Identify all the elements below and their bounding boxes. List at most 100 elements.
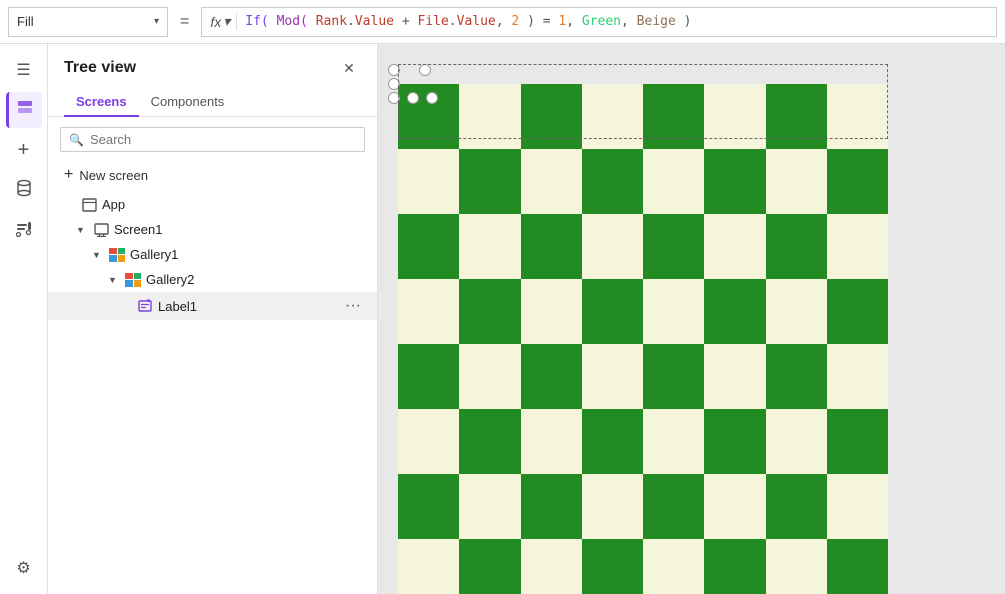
gallery1-label: Gallery1 <box>130 247 361 262</box>
plus-icon: + <box>18 139 30 162</box>
close-button[interactable]: ✕ <box>337 56 361 80</box>
app-icon <box>80 198 98 212</box>
checkerboard-cell <box>766 474 827 539</box>
checkerboard-cell <box>459 149 520 214</box>
checkerboard-cell <box>704 474 765 539</box>
checkerboard-cell <box>766 344 827 409</box>
checkerboard-cell <box>398 214 459 279</box>
checkerboard-cell <box>827 214 888 279</box>
gallery2-label: Gallery2 <box>146 272 361 287</box>
settings-icon: ⚙ <box>16 558 30 578</box>
checkerboard-cell <box>704 214 765 279</box>
checkerboard-cell <box>827 279 888 344</box>
data-button[interactable] <box>6 172 42 208</box>
handle-br <box>426 92 438 104</box>
handle-tm <box>419 64 431 76</box>
icon-bar: ☰ + <box>0 44 48 594</box>
checkerboard-cell <box>398 344 459 409</box>
checkerboard-cell <box>827 344 888 409</box>
hamburger-button[interactable]: ☰ <box>6 52 42 88</box>
equals-sign: = <box>176 13 193 31</box>
checkerboard-cell <box>704 279 765 344</box>
fx-label[interactable]: fx ▾ <box>210 13 237 30</box>
search-icon: 🔍 <box>69 133 84 147</box>
checkerboard-cell <box>459 344 520 409</box>
handle-tl <box>388 64 400 76</box>
formula-bar[interactable]: fx ▾ If( Mod( Rank.Value + File.Value, 2… <box>201 7 997 37</box>
checkerboard-cell <box>643 344 704 409</box>
checkerboard-cell <box>459 474 520 539</box>
checkerboard-cell <box>827 84 888 149</box>
checkerboard-cell <box>766 214 827 279</box>
checkerboard-cell <box>582 344 643 409</box>
media-button[interactable] <box>6 212 42 248</box>
checkerboard-cell <box>398 539 459 594</box>
checkerboard-cell <box>704 84 765 149</box>
checkerboard <box>398 84 888 594</box>
settings-button[interactable]: ⚙ <box>6 550 42 586</box>
formula-text: If( Mod( Rank.Value + File.Value, 2 ) = … <box>245 14 691 29</box>
fill-dropdown[interactable]: Fill ▾ <box>8 7 168 37</box>
canvas-area[interactable] <box>378 44 1005 594</box>
tree-item-label1[interactable]: Label1 ··· <box>48 292 377 320</box>
checkerboard-cell <box>766 279 827 344</box>
checkerboard-cell <box>643 214 704 279</box>
tree-header: Tree view ✕ <box>48 44 377 88</box>
tree-item-app[interactable]: App <box>48 192 377 217</box>
fill-chevron: ▾ <box>154 16 159 27</box>
checkerboard-cell <box>398 409 459 474</box>
tab-screens[interactable]: Screens <box>64 88 139 117</box>
layers-button[interactable] <box>6 92 42 128</box>
tree-title: Tree view <box>64 59 136 77</box>
tabs-row: Screens Components <box>48 88 377 117</box>
checkerboard-cell <box>643 149 704 214</box>
handle-ml <box>388 78 400 90</box>
handle-bl <box>388 92 400 104</box>
checkerboard-cell <box>582 279 643 344</box>
tree-items: App ▼ Screen1 ▼ <box>48 192 377 594</box>
checkerboard-cell <box>521 214 582 279</box>
checkerboard-cell <box>827 149 888 214</box>
label1-more-button[interactable]: ··· <box>345 297 361 315</box>
close-icon: ✕ <box>343 60 355 77</box>
search-input[interactable] <box>90 132 356 147</box>
fill-label: Fill <box>17 14 34 29</box>
new-screen-button[interactable]: + New screen <box>48 158 377 192</box>
fx-chevron: ▾ <box>223 13 230 30</box>
checkerboard-cell <box>582 84 643 149</box>
checkerboard-cell <box>582 149 643 214</box>
hamburger-icon: ☰ <box>16 60 30 80</box>
checkerboard-cell <box>521 279 582 344</box>
checkerboard-cell <box>582 409 643 474</box>
checkerboard-cell <box>827 474 888 539</box>
checkerboard-cell <box>704 344 765 409</box>
checkerboard-cell <box>459 84 520 149</box>
checkerboard-cell <box>398 474 459 539</box>
checkerboard-cell <box>521 539 582 594</box>
checkerboard-cell <box>704 539 765 594</box>
checkerboard-cell <box>643 84 704 149</box>
checkerboard-cell <box>643 279 704 344</box>
checkerboard-cell <box>459 539 520 594</box>
checkerboard-cell <box>704 409 765 474</box>
checkerboard-cell <box>643 409 704 474</box>
tree-item-gallery2[interactable]: ▼ Gallery2 <box>48 267 377 292</box>
tree-item-gallery1[interactable]: ▼ Gallery1 <box>48 242 377 267</box>
tab-components[interactable]: Components <box>139 88 237 117</box>
checkerboard-cell <box>459 214 520 279</box>
checkerboard-cell <box>766 409 827 474</box>
checkerboard-cell <box>766 84 827 149</box>
checkerboard-cell <box>521 84 582 149</box>
tree-item-screen1[interactable]: ▼ Screen1 <box>48 217 377 242</box>
checkerboard-cell <box>521 149 582 214</box>
checkerboard-cell <box>398 279 459 344</box>
checkerboard-cell <box>459 279 520 344</box>
checkerboard-cell <box>643 474 704 539</box>
canvas-content <box>388 54 888 594</box>
checkerboard-cell <box>643 539 704 594</box>
gallery1-icon <box>108 248 126 262</box>
layers-icon <box>16 99 34 122</box>
checkerboard-cell <box>521 344 582 409</box>
checkerboard-cell <box>582 214 643 279</box>
plus-button[interactable]: + <box>6 132 42 168</box>
